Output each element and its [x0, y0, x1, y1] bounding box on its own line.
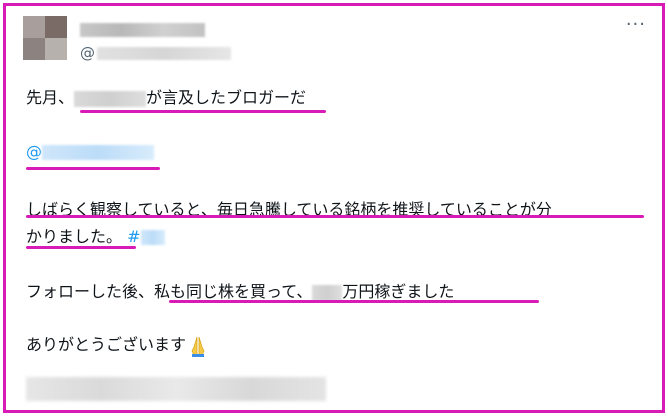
handle-at: @	[80, 44, 95, 62]
mention-at: @	[26, 142, 42, 161]
line5-suffix: 万円稼ぎました	[342, 282, 455, 301]
mention-redacted	[42, 145, 154, 160]
more-options-icon[interactable]: ···	[626, 16, 646, 34]
highlight-underline	[169, 300, 539, 303]
timestamp-redacted	[26, 377, 326, 401]
tweet-line-4: かりました。 #	[26, 223, 165, 247]
line1-prefix: 先月、	[26, 88, 75, 107]
highlight-underline	[26, 246, 136, 249]
tweet-line-1: 先月、 が言及したブロガーだ	[26, 84, 306, 108]
highlight-underline	[26, 215, 644, 218]
line6-text: ありがとうございます	[26, 335, 187, 354]
folded-hands-icon	[191, 336, 205, 357]
redacted-amount	[312, 284, 343, 301]
redacted-name	[74, 90, 147, 107]
highlight-underline	[80, 110, 326, 113]
line1-suffix: が言及したブロガーだ	[146, 88, 307, 107]
tweet-card: @ ··· 先月、 が言及したブロガーだ @ しばらく観察していると、毎日急騰して…	[3, 3, 665, 413]
handle-redacted	[97, 46, 231, 60]
avatar[interactable]	[23, 16, 67, 60]
mention-link[interactable]: @	[26, 142, 154, 161]
tweet-line-5: フォローした後、私も同じ株を買って、 万円稼ぎました	[26, 278, 454, 302]
line4-text: かりました。	[26, 227, 123, 246]
hashtag-symbol: #	[127, 227, 141, 246]
display-name-redacted[interactable]	[80, 23, 205, 37]
hashtag-link[interactable]: #	[127, 227, 165, 246]
highlight-underline	[26, 167, 160, 170]
tweet-line-6: ありがとうございます	[26, 331, 210, 357]
line5-prefix: フォローした後、私も同じ株を買って、	[26, 282, 313, 301]
hashtag-redacted	[140, 230, 165, 245]
user-handle[interactable]: @	[80, 44, 231, 62]
